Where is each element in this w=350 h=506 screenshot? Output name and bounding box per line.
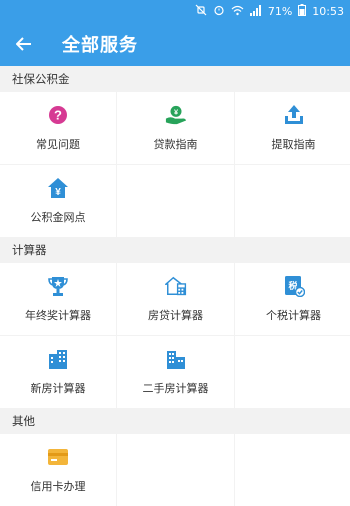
service-loan-guide[interactable]: ¥ 贷款指南 bbox=[117, 92, 234, 164]
service-fund-outlets[interactable]: ¥ 公积金网点 bbox=[0, 165, 116, 237]
service-label: 二手房计算器 bbox=[142, 382, 209, 395]
wifi-icon bbox=[231, 5, 244, 18]
service-mortgage-calculator[interactable]: 房贷计算器 bbox=[117, 263, 234, 335]
service-credit-card[interactable]: 信用卡办理 bbox=[0, 434, 116, 506]
service-second-house-calculator[interactable]: 二手房计算器 bbox=[117, 336, 234, 408]
clock: 10:53 bbox=[312, 4, 344, 18]
grid-other: 信用卡办理 bbox=[0, 434, 350, 506]
battery-percent: 71% bbox=[267, 4, 293, 18]
service-label: 新房计算器 bbox=[30, 382, 86, 395]
section-title-calculators: 计算器 bbox=[0, 237, 350, 263]
svg-text:¥: ¥ bbox=[55, 187, 61, 198]
second-house-icon bbox=[165, 348, 187, 370]
service-withdraw-guide[interactable]: 提取指南 bbox=[235, 92, 350, 164]
status-bar: 71% 10:53 bbox=[0, 0, 350, 22]
building-calculator-icon bbox=[47, 348, 69, 370]
upload-tray-icon bbox=[283, 104, 305, 126]
battery-icon bbox=[298, 4, 307, 18]
mute-icon bbox=[195, 4, 207, 18]
service-label: 个税计算器 bbox=[266, 309, 321, 322]
question-icon: ? bbox=[47, 104, 69, 126]
service-label: 信用卡办理 bbox=[30, 480, 86, 493]
back-button[interactable] bbox=[0, 22, 48, 66]
empty-cell bbox=[235, 336, 350, 408]
app-bar: 全部服务 bbox=[0, 22, 350, 66]
service-label: 贷款指南 bbox=[153, 138, 198, 151]
service-label: 房贷计算器 bbox=[148, 309, 203, 322]
back-arrow-icon bbox=[16, 37, 31, 51]
service-label: 常见问题 bbox=[36, 138, 80, 151]
signal-icon bbox=[249, 4, 262, 18]
section-title-social-security: 社保公积金 bbox=[0, 66, 350, 92]
svg-text:?: ? bbox=[54, 108, 62, 123]
empty-cell bbox=[117, 434, 234, 506]
credit-card-icon bbox=[47, 446, 69, 468]
page-title: 全部服务 bbox=[62, 35, 138, 56]
grid-social-security: ? 常见问题 ¥ 贷款指南 提取指南 ¥ 公积金网点 bbox=[0, 92, 350, 237]
loan-hand-icon: ¥ bbox=[165, 104, 187, 126]
service-tax-calculator[interactable]: 税 个税计算器 bbox=[235, 263, 350, 335]
service-label: 提取指南 bbox=[271, 138, 316, 151]
section-title-other: 其他 bbox=[0, 408, 350, 434]
empty-cell bbox=[235, 434, 350, 506]
alarm-icon bbox=[213, 4, 225, 18]
home-yen-icon: ¥ bbox=[47, 177, 69, 199]
service-faq[interactable]: ? 常见问题 bbox=[0, 92, 116, 164]
tax-calculator-icon: 税 bbox=[283, 275, 305, 297]
service-bonus-calculator[interactable]: 年终奖计算器 bbox=[0, 263, 116, 335]
house-calculator-icon bbox=[164, 275, 187, 297]
service-label: 年终奖计算器 bbox=[25, 309, 91, 322]
empty-cell bbox=[235, 165, 350, 237]
grid-calculators: 年终奖计算器 房贷计算器 税 个税计算器 新房计算器 二手房计算器 bbox=[0, 263, 350, 408]
empty-cell bbox=[117, 165, 234, 237]
service-new-house-calculator[interactable]: 新房计算器 bbox=[0, 336, 116, 408]
trophy-icon bbox=[47, 275, 69, 297]
service-label: 公积金网点 bbox=[30, 211, 86, 224]
